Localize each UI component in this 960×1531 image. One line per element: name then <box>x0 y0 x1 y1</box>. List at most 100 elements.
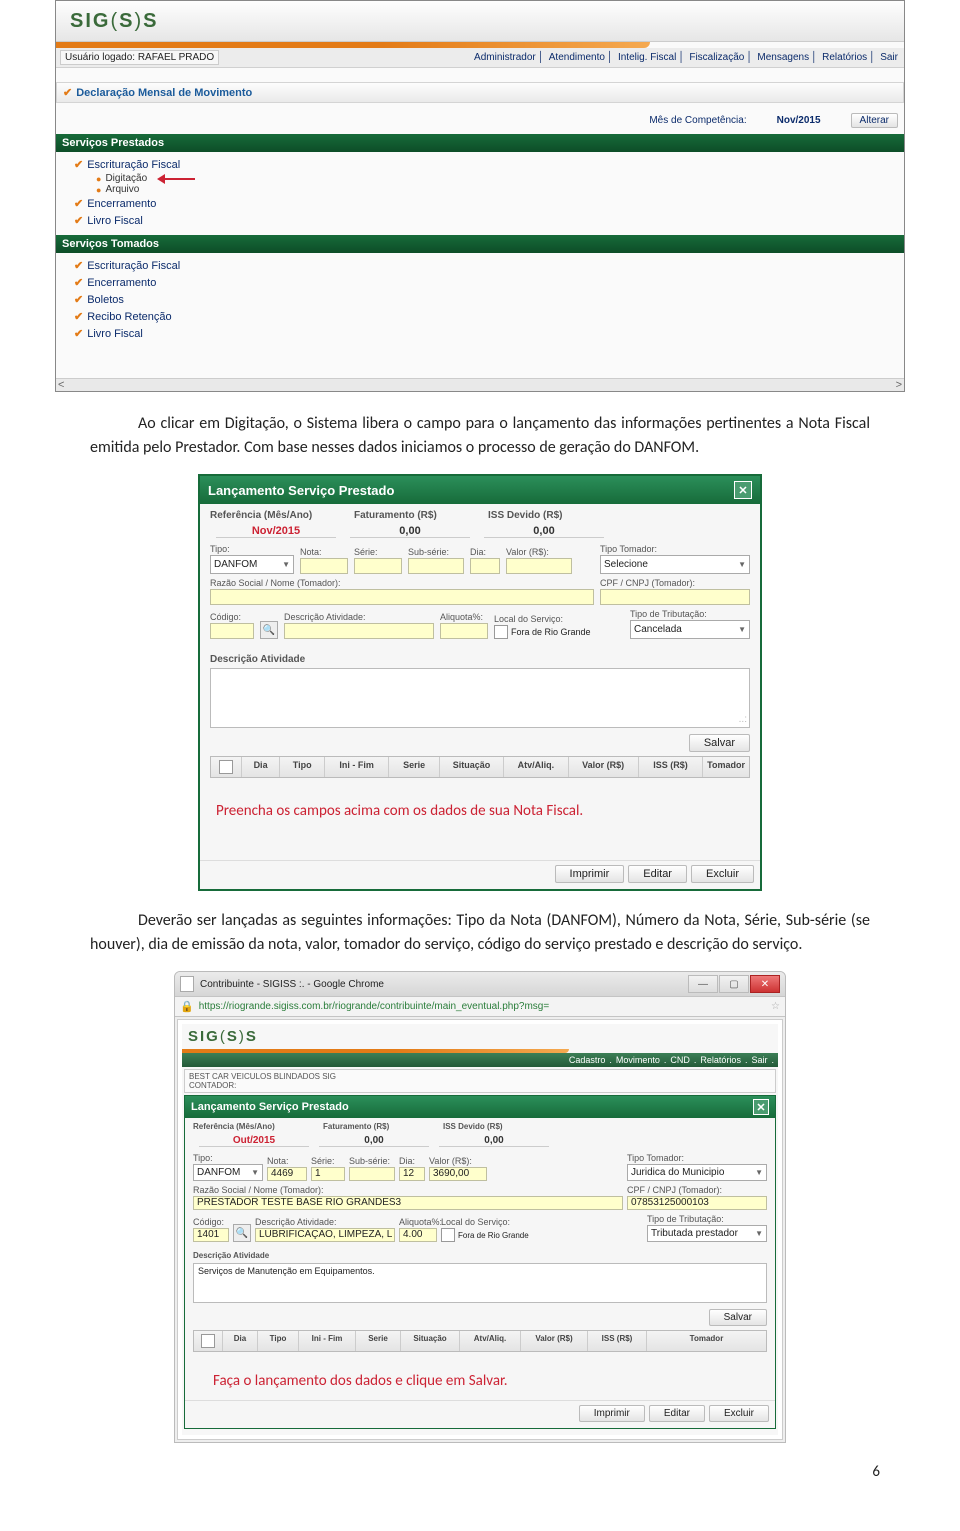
nav-mensagens[interactable]: Mensagens <box>755 52 811 63</box>
menu-boletos[interactable]: ✔Boletos <box>74 291 886 308</box>
salvar-button[interactable]: Salvar <box>689 734 750 752</box>
dia-input[interactable] <box>470 558 500 574</box>
close-button[interactable]: ✕ <box>734 481 752 499</box>
aliquota-input[interactable] <box>440 623 488 639</box>
tipo-label: Tipo: <box>210 544 294 554</box>
nota-input2[interactable]: 4469 <box>267 1167 307 1181</box>
subserie-input2[interactable] <box>349 1167 395 1181</box>
close-button[interactable]: ✕ <box>753 1099 769 1115</box>
submenu-arquivo[interactable]: ●Arquivo <box>74 184 886 195</box>
tipotom-label: Tipo Tomador: <box>600 544 750 554</box>
table-header2: Dia Tipo Ini - Fim Serie Situação Atv/Al… <box>193 1330 767 1352</box>
serie-input[interactable] <box>354 558 402 574</box>
imprimir-button2[interactable]: Imprimir <box>579 1405 645 1422</box>
browser-viewport: SIG(S)S Cadastro. Movimento. CND. Relató… <box>177 1019 783 1440</box>
nav-relatorios2[interactable]: Relatórios <box>698 1055 743 1065</box>
tipotom-select[interactable]: Selecione▼ <box>600 555 750 574</box>
alterar-button[interactable]: Alterar <box>851 113 898 128</box>
menu-escrituracao-t[interactable]: ✔Escrituração Fiscal <box>74 257 886 274</box>
dia-label2: Dia: <box>399 1156 425 1166</box>
bullet-icon: ● <box>96 174 101 184</box>
sigiss-logo-small: SIG(S)S <box>188 1028 258 1045</box>
menu-livro-fiscal[interactable]: ✔Livro Fiscal <box>74 212 886 229</box>
nav-administrador[interactable]: Administrador <box>472 52 538 63</box>
serie-label: Série: <box>354 547 402 557</box>
paragraph-2: Deverão ser lançadas as seguintes inform… <box>90 909 870 957</box>
th-atv-aliq: Atv/Aliq. <box>504 757 568 777</box>
valor-input[interactable] <box>506 558 572 574</box>
nav-relatorios[interactable]: Relatórios <box>820 52 869 63</box>
address-bar[interactable]: 🔒 https://riogrande.sigiss.com.br/riogra… <box>175 997 785 1017</box>
cpfcnpj-input2[interactable]: 07853125000103 <box>627 1196 767 1210</box>
check-icon: ✔ <box>74 197 83 210</box>
razao-label2: Razão Social / Nome (Tomador): <box>193 1185 623 1195</box>
submenu-digitacao[interactable]: ●Digitação <box>74 173 886 184</box>
fat-label2: Faturamento (R$) <box>323 1122 433 1131</box>
valor-input2[interactable]: 3690,00 <box>429 1167 487 1181</box>
nav-sair2[interactable]: Sair <box>749 1055 769 1065</box>
menu-encerramento[interactable]: ✔Encerramento <box>74 195 886 212</box>
th-iss: ISS (R$) <box>639 757 703 777</box>
nota-input[interactable] <box>300 558 348 574</box>
descativ-input2[interactable]: LUBRIFICAÇÃO, LIMPEZA, L <box>255 1228 395 1242</box>
editar-button[interactable]: Editar <box>628 865 687 883</box>
descativ-input[interactable] <box>284 623 434 639</box>
scrollbar-bottom[interactable]: <> <box>56 378 904 391</box>
nav-cnd[interactable]: CND <box>668 1055 692 1065</box>
menu-escrituracao[interactable]: ✔Escrituração Fiscal <box>74 156 886 173</box>
th-tomador: Tomador <box>703 757 749 777</box>
nav-secondary[interactable]: Cadastro. Movimento. CND. Relatórios. Sa… <box>182 1053 778 1067</box>
menu-recibo[interactable]: ✔Recibo Retenção <box>74 308 886 325</box>
user-info-row: Usuário logado: RAFAEL PRADO Administrad… <box>56 48 904 68</box>
menu-encerramento-t[interactable]: ✔Encerramento <box>74 274 886 291</box>
nav-atendimento[interactable]: Atendimento <box>547 52 607 63</box>
descativ-textarea[interactable]: ..: <box>210 668 750 728</box>
nav-cadastro[interactable]: Cadastro <box>567 1055 608 1065</box>
nav-fiscalizacao[interactable]: Fiscalização <box>687 52 746 63</box>
codigo-input[interactable] <box>210 623 254 639</box>
excluir-button2[interactable]: Excluir <box>709 1405 769 1422</box>
razao-input2[interactable]: PRESTADOR TESTE BASE RIO GRANDES3 <box>193 1196 623 1210</box>
nav-sair[interactable]: Sair <box>878 52 900 63</box>
tipo-select[interactable]: DANFOM▼ <box>210 555 294 574</box>
codigo-input2[interactable]: 1401 <box>193 1228 229 1242</box>
codigo-search-button[interactable]: 🔍 <box>260 621 278 639</box>
instruction-text: Preencha os campos acima com os dados de… <box>210 778 750 854</box>
maximize-button[interactable]: ▢ <box>719 975 749 993</box>
fora-checkbox[interactable] <box>494 625 508 639</box>
dia-input2[interactable]: 12 <box>399 1167 425 1181</box>
selectall-checkbox[interactable] <box>219 760 233 774</box>
subserie-input[interactable] <box>408 558 464 574</box>
url-text: https://riogrande.sigiss.com.br/riogrand… <box>199 1001 549 1012</box>
menu-livro-fiscal-t[interactable]: ✔Livro Fiscal <box>74 325 886 342</box>
tipotrib-select2[interactable]: Tributada prestador▼ <box>647 1225 767 1242</box>
cpfcnpj-input[interactable] <box>600 589 750 605</box>
th-atv-aliq2: Atv/Aliq. <box>460 1331 521 1351</box>
top-nav-links[interactable]: Administrador│ Atendimento│ Intelig. Fis… <box>472 52 900 63</box>
aliquota-label: Aliquota%: <box>440 612 488 622</box>
screenshot-sigiss-main: SIG(S)S Usuário logado: RAFAEL PRADO Adm… <box>55 0 905 392</box>
nav-intelig-fiscal[interactable]: Intelig. Fiscal <box>616 52 678 63</box>
modal-lancamento-filled: Lançamento Serviço Prestado ✕ Referência… <box>184 1095 776 1429</box>
excluir-button[interactable]: Excluir <box>691 865 754 883</box>
nav-movimento[interactable]: Movimento <box>614 1055 662 1065</box>
tipotrib-select[interactable]: Cancelada▼ <box>630 620 750 639</box>
aliquota-input2[interactable]: 4.00 <box>399 1228 437 1242</box>
fora-checkbox2[interactable] <box>441 1228 455 1242</box>
imprimir-button[interactable]: Imprimir <box>555 865 625 883</box>
minimize-button[interactable]: — <box>688 975 718 993</box>
codigo-search-button2[interactable]: 🔍 <box>233 1224 251 1242</box>
descativ-textarea2[interactable]: Serviços de Manutenção em Equipamentos. <box>193 1263 767 1303</box>
close-window-button[interactable]: ✕ <box>750 975 780 993</box>
tipotom-select2[interactable]: Juridica do Municipio▼ <box>627 1164 767 1181</box>
th-serie: Serie <box>389 757 440 777</box>
salvar-button2[interactable]: Salvar <box>709 1309 767 1326</box>
tipo-select2[interactable]: DANFOM▼ <box>193 1164 263 1181</box>
local-label2: Local do Serviço: <box>441 1217 551 1227</box>
razao-input[interactable] <box>210 589 594 605</box>
editar-button2[interactable]: Editar <box>649 1405 705 1422</box>
serie-input2[interactable]: 1 <box>311 1167 345 1181</box>
selectall-checkbox2[interactable] <box>201 1334 215 1348</box>
star-icon[interactable]: ☆ <box>771 1001 780 1012</box>
check-icon: ✔ <box>74 327 83 340</box>
